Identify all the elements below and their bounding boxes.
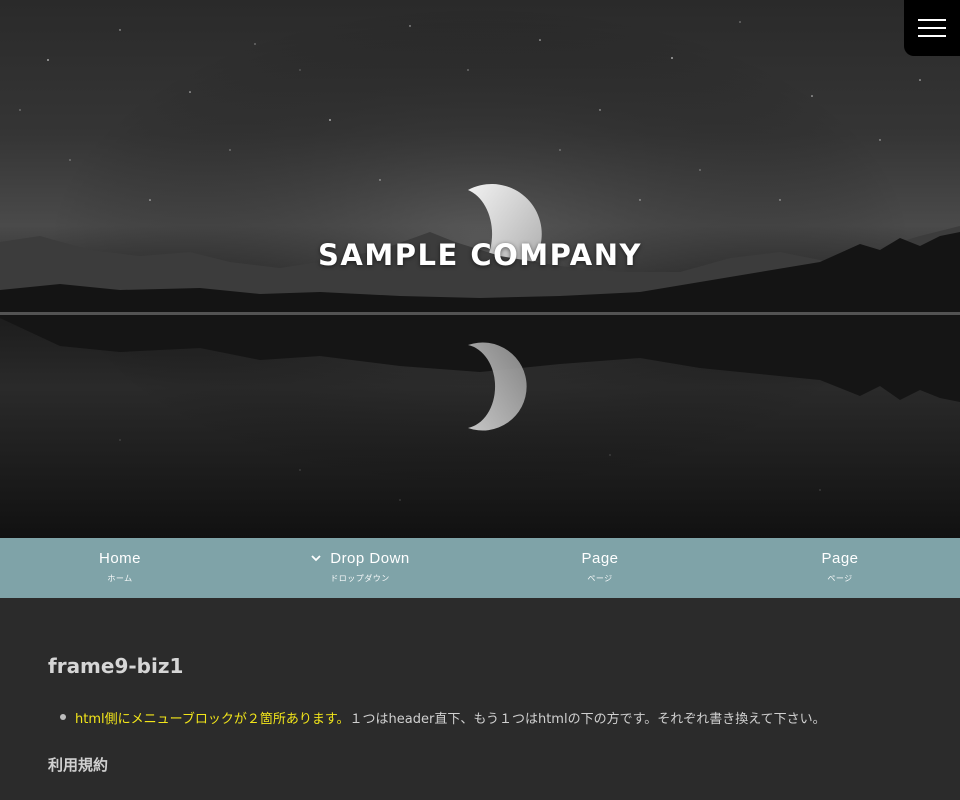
chevron-down-icon — [311, 555, 321, 562]
nav-item-page-2[interactable]: Page ページ — [720, 538, 960, 598]
hamburger-menu-icon-bar — [918, 35, 946, 37]
hamburger-menu-icon-bar — [918, 27, 946, 29]
main-nav: Home ホーム Drop Down ドロップダウン Page ページ Page… — [0, 538, 960, 598]
highlight-text: html側にメニューブロックが２箇所あります。 — [75, 712, 350, 727]
menu-toggle-button[interactable] — [904, 0, 960, 56]
list-item-text: １つはheader直下、もう１つはhtmlの下の方です。それぞれ書き換えて下さい… — [349, 712, 826, 727]
nav-item-home[interactable]: Home ホーム — [0, 538, 240, 598]
content-list: html側にメニューブロックが２箇所あります。１つはheader直下、もう１つは… — [48, 708, 826, 727]
nav-item-sublabel: ページ — [827, 574, 853, 583]
list-item: html側にメニューブロックが２箇所あります。１つはheader直下、もう１つは… — [48, 708, 826, 727]
nav-item-page[interactable]: Page ページ — [480, 538, 720, 598]
nav-item-sublabel: ドロップダウン — [330, 574, 390, 583]
main-content: frame9-biz1 html側にメニューブロックが２箇所あります。１つはhe… — [0, 598, 960, 800]
nav-item-label: Drop Down — [330, 550, 410, 567]
content-heading: frame9-biz1 — [48, 654, 184, 678]
bullet-icon — [60, 714, 66, 720]
hero-image: SAMPLE COMPANY — [0, 0, 960, 538]
site-title: SAMPLE COMPANY — [318, 238, 642, 272]
nav-item-label: Page — [821, 550, 859, 567]
nav-item-sublabel: ホーム — [107, 574, 133, 583]
content-subheading: 利用規約 — [48, 756, 109, 774]
nav-item-label: Page — [581, 550, 619, 567]
nav-item-label: Home — [98, 550, 141, 567]
nav-item-label-row: Drop Down — [240, 550, 480, 568]
page: SAMPLE COMPANY Home ホーム Drop Down ドロップダウ… — [0, 0, 960, 800]
hamburger-menu-icon — [918, 19, 946, 21]
nav-item-sublabel: ページ — [587, 574, 613, 583]
nav-item-dropdown[interactable]: Drop Down ドロップダウン — [240, 538, 480, 598]
